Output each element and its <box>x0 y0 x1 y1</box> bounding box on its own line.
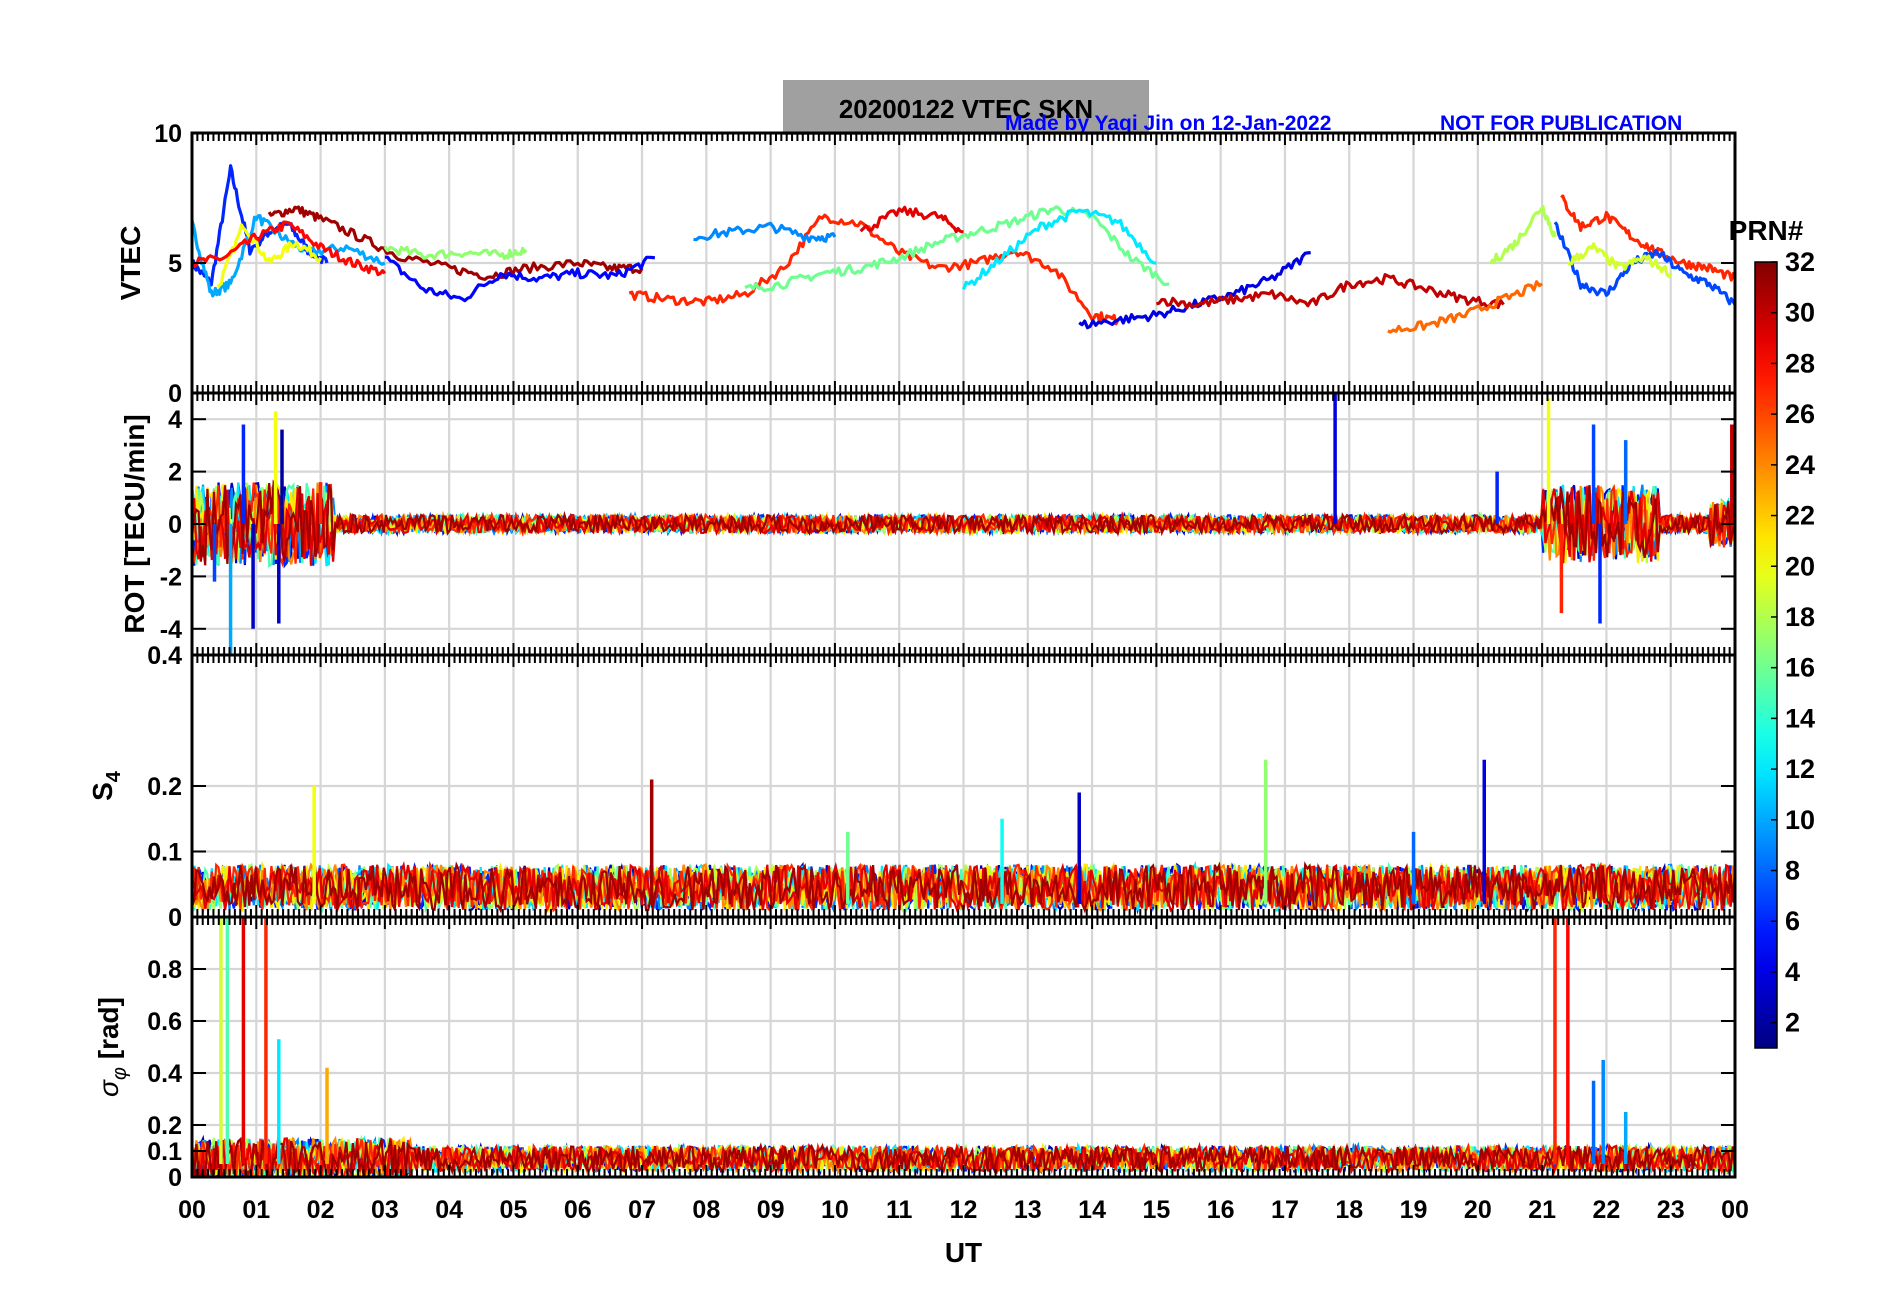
panel-1: 0 5 10 VTEC <box>115 120 1737 408</box>
x-tick-label: 07 <box>628 1196 656 1224</box>
y-axis-label: ROT [TECU/min] <box>119 414 150 633</box>
x-tick-label: 03 <box>371 1196 399 1224</box>
series-prn-30-13 <box>1156 273 1505 310</box>
colorbar-label: PRN# <box>1729 215 1804 246</box>
series-prn-27-7 <box>628 213 1120 326</box>
y-tick-label: 0 <box>168 1164 182 1192</box>
colorbar-tick-label: 32 <box>1785 247 1815 277</box>
colorbar-tick-label: 12 <box>1785 754 1815 784</box>
figure: 20200122 VTEC SKN Made by Yaqi Jin on 12… <box>87 80 1815 1268</box>
panels: 0510VTEC-4-2024ROT [TECU/min]00.10.20.4S… <box>87 120 1737 1192</box>
y-tick-label: 0.6 <box>147 1008 182 1036</box>
series-prn-19-18 <box>1567 242 1673 279</box>
colorbar-tick-label: 14 <box>1785 703 1815 733</box>
y-tick-label: 0.8 <box>147 956 182 984</box>
colorbar-tick-label: 10 <box>1785 805 1815 835</box>
figure-header: 20200122 VTEC SKN Made by Yaqi Jin on 12… <box>783 80 1682 135</box>
x-tick-label: 15 <box>1142 1196 1170 1224</box>
y-tick-label: 0.1 <box>147 839 182 867</box>
y-tick-label: 10 <box>154 120 182 148</box>
series-prn-31-4 <box>267 205 644 281</box>
colorbar: PRN#2468101214161820222426283032 <box>1729 215 1815 1049</box>
x-tick-label: 18 <box>1335 1196 1363 1224</box>
colorbar-tick-label: 16 <box>1785 653 1815 683</box>
colorbar-tick-label: 28 <box>1785 348 1815 378</box>
colorbar-gradient <box>1754 261 1778 1049</box>
colorbar-tick-label: 22 <box>1785 501 1815 531</box>
y-axis-label: S4 <box>87 770 125 801</box>
x-tick-label: 10 <box>821 1196 849 1224</box>
y-tick-label: 0.1 <box>147 1138 182 1166</box>
x-tick-label: 22 <box>1593 1196 1621 1224</box>
x-tick-label: 23 <box>1657 1196 1685 1224</box>
y-tick-label: 0.2 <box>147 773 182 801</box>
series-prn-6-0 <box>192 164 329 287</box>
x-axis-label: UT <box>945 1237 982 1268</box>
x-tick-label: 20 <box>1464 1196 1492 1224</box>
series-prn-16-9 <box>744 205 1170 293</box>
y-axis-label: VTEC <box>115 226 146 301</box>
y-tick-label: 0.4 <box>147 642 182 670</box>
panel-3: 0 0.1 0.2 0.4 S4 <box>87 642 1737 932</box>
x-tick-label: 19 <box>1400 1196 1428 1224</box>
colorbar-tick-label: 6 <box>1785 906 1800 936</box>
y-axis-label: σφ [rad] <box>93 997 131 1097</box>
series-prn-27-16 <box>1560 194 1735 282</box>
y-tick-label: -4 <box>160 616 182 644</box>
colorbar-tick-label: 8 <box>1785 856 1800 886</box>
x-tick-label: 01 <box>242 1196 270 1224</box>
x-tick-label: 06 <box>564 1196 592 1224</box>
series-prn-17-6 <box>383 245 528 261</box>
y-tick-label: 0.4 <box>147 1060 182 1088</box>
y-tick-label: 0 <box>168 511 182 539</box>
x-tick-label: 16 <box>1207 1196 1235 1224</box>
x-tick-label: 05 <box>500 1196 528 1224</box>
colorbar-tick-label: 4 <box>1785 957 1800 987</box>
x-tick-label: 02 <box>307 1196 335 1224</box>
y-tick-label: 0 <box>168 904 182 932</box>
x-tick-label: 09 <box>757 1196 785 1224</box>
series-prn-29-11 <box>859 205 964 234</box>
panel-2: -4 -2 0 2 4 ROT [TECU/min] <box>119 391 1737 657</box>
colorbar-tick-label: 18 <box>1785 602 1815 632</box>
y-tick-label: 5 <box>168 250 182 278</box>
colorbar-tick-label: 26 <box>1785 399 1815 429</box>
x-tick-label: 00 <box>1721 1196 1749 1224</box>
colorbar-tick-label: 24 <box>1785 450 1815 480</box>
series-prn-18-15 <box>1489 205 1557 265</box>
panel-4: 00.10.2 0.4 0.6 0.8 σφ [rad] <box>93 915 1737 1192</box>
colorbar-tick-label: 30 <box>1785 298 1815 328</box>
y-tick-label: 4 <box>168 406 182 434</box>
x-tick-label: 04 <box>435 1196 463 1224</box>
grid <box>192 917 1735 1177</box>
x-tick-label: 11 <box>886 1196 913 1224</box>
colorbar-tick-label: 2 <box>1785 1008 1800 1038</box>
y-tick-label: 0.2 <box>147 1112 182 1140</box>
colorbar-tick-label: 20 <box>1785 551 1815 581</box>
x-axis: 00 01 02 03 04 05 06 07 08 09 10 11 12 13 14 15 16 17 18 19… <box>178 1196 1749 1268</box>
x-tick-label: 12 <box>950 1196 978 1224</box>
x-tick-label: 08 <box>692 1196 720 1224</box>
x-tick-label: 21 <box>1528 1196 1556 1224</box>
y-tick-label: 2 <box>168 459 182 487</box>
x-tick-label: 00 <box>178 1196 206 1224</box>
x-tick-label: 13 <box>1014 1196 1042 1224</box>
y-tick-label: 0 <box>168 380 182 408</box>
x-tick-label: 14 <box>1078 1196 1106 1224</box>
series-prn-25-14 <box>1387 280 1543 334</box>
y-tick-label: -2 <box>160 563 182 591</box>
x-tick-label: 17 <box>1271 1196 1299 1224</box>
